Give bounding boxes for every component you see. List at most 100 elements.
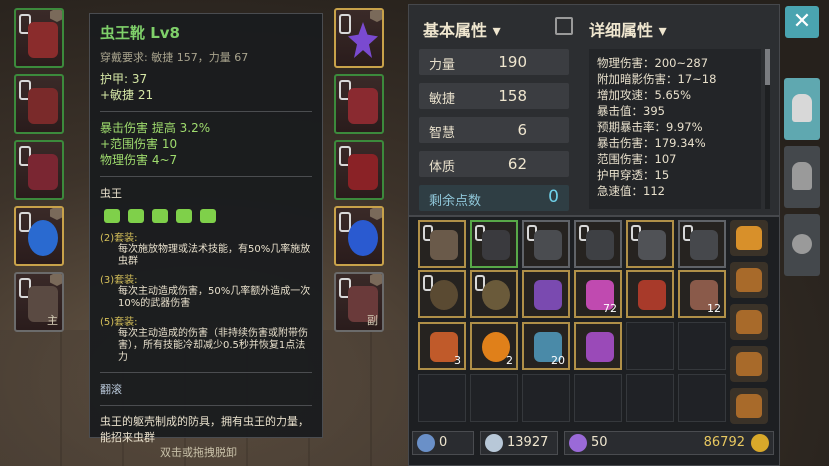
divider: [100, 405, 312, 406]
bug-chest-icon: [28, 88, 58, 124]
chain-icon: [339, 14, 351, 34]
help-icon[interactable]: [555, 17, 573, 35]
currency-crystal-gold: 50 86792: [564, 431, 774, 455]
inventory-slot[interactable]: 3: [418, 322, 466, 370]
remaining-points: 剩余点数 0: [419, 185, 569, 211]
equip-slot-ring-left[interactable]: [14, 206, 64, 266]
item-skill: 翻滚: [100, 383, 122, 396]
inventory-slot[interactable]: 12: [678, 270, 726, 318]
set-badge-icon: [50, 208, 62, 220]
divider: [100, 372, 312, 373]
close-button[interactable]: ✕: [785, 6, 819, 38]
inventory-slot-empty[interactable]: [678, 374, 726, 422]
detail-line: 附加暗影伤害：17~18: [597, 72, 717, 86]
set-name: 虫王: [100, 187, 122, 200]
item-count: 2: [506, 354, 513, 367]
crystal-icon: [569, 434, 587, 452]
inventory-slot[interactable]: [522, 220, 570, 268]
stat-row-constitution: 体质 62: [419, 151, 569, 177]
inventory-slot[interactable]: [418, 220, 466, 268]
tab-skills[interactable]: [784, 146, 820, 208]
inventory-slot-empty[interactable]: [418, 374, 466, 422]
equip-slot-chest[interactable]: [14, 74, 64, 134]
bag-tab-1[interactable]: [730, 220, 768, 256]
inventory-slot[interactable]: [574, 322, 622, 370]
equip-slot-amulet[interactable]: [334, 8, 384, 68]
inventory-slot[interactable]: [626, 270, 674, 318]
detail-line: 增加攻速：5.65%: [597, 88, 692, 102]
bug-helmet-icon: [28, 22, 58, 58]
stat-row-agility: 敏捷 158: [419, 83, 569, 109]
off-hand-tag: 副: [367, 314, 378, 327]
inventory-slot[interactable]: [626, 220, 674, 268]
target-icon: [792, 234, 812, 254]
detailed-attributes-title[interactable]: 详细属性 ▾: [589, 17, 667, 41]
set-badge-icon: [370, 208, 382, 220]
detail-line: 暴击值：395: [597, 104, 665, 118]
set-boots-icon: [200, 209, 216, 223]
backpack-icon: [736, 226, 762, 250]
inventory-slot-empty[interactable]: [522, 374, 570, 422]
inventory-slot-empty[interactable]: [678, 322, 726, 370]
tab-equipment[interactable]: [784, 78, 820, 140]
detail-line: 范围伤害：107: [597, 152, 677, 166]
bug-boots-icon: [348, 154, 378, 190]
basic-attributes-title[interactable]: 基本属性 ▾: [423, 17, 501, 41]
scrollbar-thumb[interactable]: [765, 49, 770, 85]
inventory-slot-empty[interactable]: [626, 322, 674, 370]
purple-gem-icon: [534, 280, 562, 310]
set-bonus-head: (2)套装:: [100, 233, 138, 244]
equip-slot-legs[interactable]: [14, 140, 64, 200]
stat-row-strength: 力量 190: [419, 49, 569, 75]
stat-row-wisdom: 智慧 6: [419, 117, 569, 143]
set-badge-icon: [370, 274, 382, 286]
book-icon: [638, 280, 666, 310]
detail-scrollbar[interactable]: [765, 49, 770, 209]
bug-gloves-icon: [348, 88, 378, 124]
set-bonus-desc: 每次施放物理或法术技能，有50%几率施放虫群: [118, 244, 311, 267]
detail-line: 护甲穿透：15: [597, 168, 670, 182]
bag-tab-2[interactable]: [730, 262, 768, 298]
set-bonus-head: (5)套装:: [100, 317, 138, 328]
inventory-slot-empty[interactable]: [574, 374, 622, 422]
inventory-slot[interactable]: [574, 220, 622, 268]
set-chest-icon: [128, 209, 144, 223]
inventory-slot[interactable]: [522, 270, 570, 318]
inventory-slot[interactable]: 2: [470, 322, 518, 370]
necklace-icon: [430, 280, 458, 310]
equip-slot-gloves[interactable]: [334, 74, 384, 134]
tab-settings[interactable]: [784, 214, 820, 276]
set-helmet-icon: [104, 209, 120, 223]
bag-tab-5[interactable]: [730, 388, 768, 424]
item-count: 20: [551, 354, 565, 367]
base-stat: +敏捷 21: [100, 88, 154, 102]
set-pieces: [104, 209, 312, 223]
item-count: 3: [454, 354, 461, 367]
armor-icon: [534, 230, 562, 260]
boots-icon: [690, 230, 718, 260]
inventory-slot[interactable]: 20: [522, 322, 570, 370]
equip-slot-off-weapon[interactable]: 副: [334, 272, 384, 332]
inventory-slot[interactable]: [418, 270, 466, 318]
equip-slot-main-weapon[interactable]: 主: [14, 272, 64, 332]
equip-slot-ring-right[interactable]: [334, 206, 384, 266]
inventory-slot[interactable]: 72: [574, 270, 622, 318]
item-tooltip: 虫王靴 Lv8 穿戴要求: 敏捷 157，力量 67 护甲: 37 +敏捷 21…: [89, 13, 323, 444]
inventory-slot[interactable]: [470, 270, 518, 318]
set-bonus-head: (3)套装:: [100, 275, 138, 286]
bag-tab-3[interactable]: [730, 304, 768, 340]
detailed-attributes-list[interactable]: 物理伤害：200~287 附加暗影伤害：17~18 增加攻速：5.65% 暴击值…: [589, 49, 761, 209]
arrow-icon: [417, 434, 435, 452]
equip-slot-helmet[interactable]: [14, 8, 64, 68]
bag-tab-4[interactable]: [730, 346, 768, 382]
inventory-slot[interactable]: [678, 220, 726, 268]
backpack-icon: [736, 268, 762, 292]
equip-slot-boots[interactable]: [334, 140, 384, 200]
inventory-slot-empty[interactable]: [626, 374, 674, 422]
gold-coin-icon: [751, 434, 769, 452]
gear-icon: [485, 434, 503, 452]
inventory-slot[interactable]: [470, 220, 518, 268]
currency-arrows: 0: [412, 431, 474, 455]
inventory-slot-empty[interactable]: [470, 374, 518, 422]
set-badge-icon: [50, 274, 62, 286]
